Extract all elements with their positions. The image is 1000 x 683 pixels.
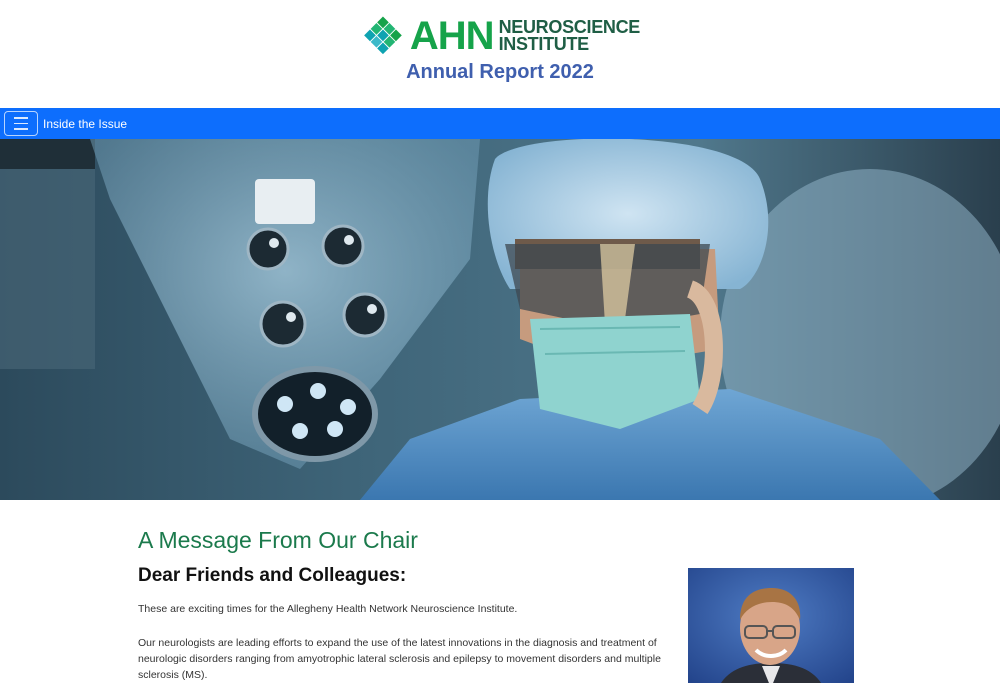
chair-portrait-photo	[688, 568, 854, 683]
portrait-image	[688, 568, 854, 683]
hero-image	[0, 139, 1000, 500]
nav-inside-the-issue[interactable]: Inside the Issue	[43, 117, 127, 131]
surgeon-with-microscope-photo	[0, 139, 1000, 500]
greeting-heading: Dear Friends and Colleagues:	[138, 565, 407, 586]
top-navbar: Inside the Issue	[0, 108, 1000, 139]
report-title: Annual Report 2022	[406, 61, 594, 83]
hamburger-menu-icon[interactable]	[4, 111, 38, 136]
logo-line-2: INSTITUTE	[498, 34, 590, 54]
logo-institute-text: NEUROSCIENCE INSTITUTE	[498, 18, 641, 54]
intro-paragraph: These are exciting times for the Alleghe…	[138, 603, 518, 615]
ahn-logo-mark-icon	[364, 16, 402, 55]
site-header: AHN NEUROSCIENCE INSTITUTE Annual Report…	[0, 0, 1000, 108]
ahn-neuroscience-logo[interactable]: AHN NEUROSCIENCE INSTITUTE	[360, 12, 640, 60]
body-paragraph: Our neurologists are leading efforts to …	[138, 637, 661, 681]
logo-brand-text: AHN	[409, 14, 495, 58]
section-title: A Message From Our Chair	[138, 527, 418, 553]
